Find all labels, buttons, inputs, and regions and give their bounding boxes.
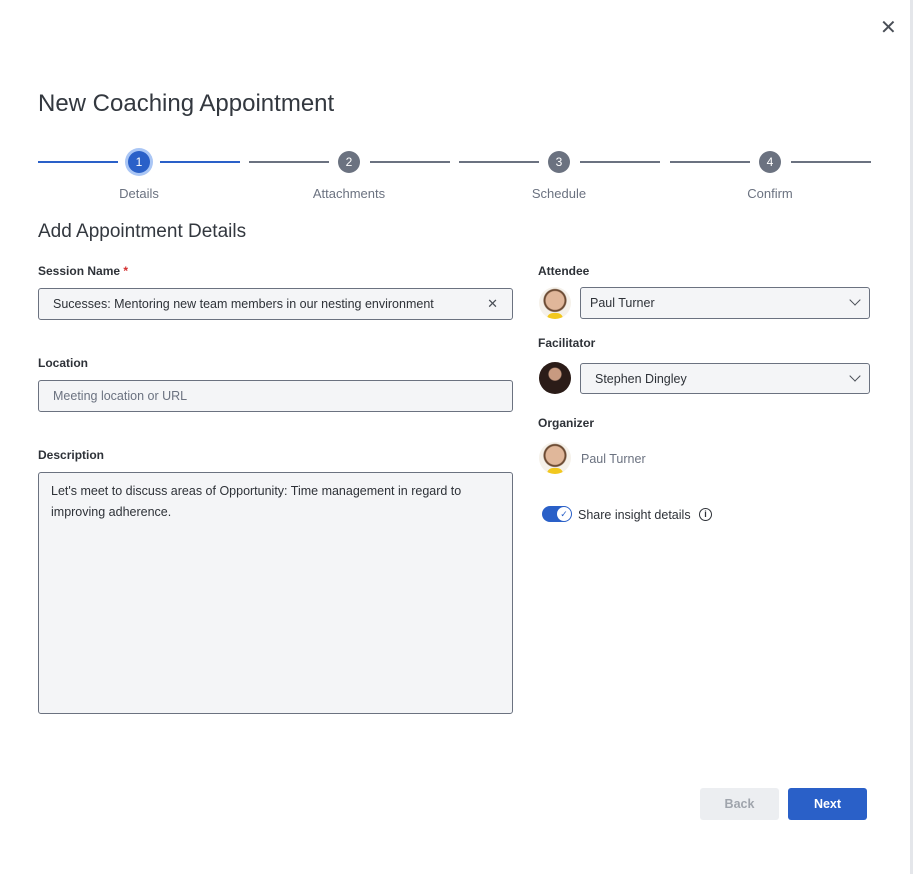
step-label: Attachments bbox=[312, 186, 386, 201]
attendee-select[interactable]: Paul Turner bbox=[580, 287, 870, 319]
check-icon: ✓ bbox=[557, 507, 571, 521]
section-title: Add Appointment Details bbox=[38, 221, 247, 242]
facilitator-select[interactable]: Stephen Dingley bbox=[580, 363, 870, 394]
session-name-value: Sucesses: Mentoring new team members in … bbox=[53, 297, 434, 311]
chevron-down-icon bbox=[849, 294, 861, 306]
step-4[interactable]: 4 bbox=[759, 151, 781, 173]
location-input[interactable]: Meeting location or URL bbox=[38, 380, 513, 412]
session-name-input[interactable]: Sucesses: Mentoring new team members in … bbox=[38, 288, 513, 320]
location-placeholder: Meeting location or URL bbox=[53, 389, 188, 403]
clear-icon[interactable]: ✕ bbox=[487, 296, 498, 312]
dialog-title: New Coaching Appointment bbox=[38, 90, 335, 117]
organizer-label: Organizer bbox=[538, 416, 595, 430]
attendee-label: Attendee bbox=[538, 264, 590, 278]
back-button[interactable]: Back bbox=[700, 788, 779, 820]
description-textarea[interactable]: Let's meet to discuss areas of Opportuni… bbox=[38, 472, 513, 714]
step-2[interactable]: 2 bbox=[338, 151, 360, 173]
facilitator-avatar bbox=[539, 362, 571, 394]
facilitator-value: Stephen Dingley bbox=[595, 371, 687, 386]
location-label: Location bbox=[38, 356, 88, 370]
next-button[interactable]: Next bbox=[788, 788, 867, 820]
step-label: Details bbox=[119, 186, 159, 201]
step-label: Confirm bbox=[747, 186, 793, 201]
description-value: Let's meet to discuss areas of Opportuni… bbox=[51, 484, 462, 519]
organizer-name: Paul Turner bbox=[581, 452, 646, 466]
chevron-down-icon bbox=[849, 370, 861, 382]
step-label: Schedule bbox=[531, 186, 587, 201]
close-icon[interactable]: ✕ bbox=[880, 18, 897, 38]
share-insight-toggle[interactable]: ✓ bbox=[542, 506, 572, 522]
attendee-avatar bbox=[539, 287, 571, 319]
share-insight-label: Share insight details bbox=[578, 508, 691, 522]
facilitator-label: Facilitator bbox=[538, 336, 596, 350]
session-name-label: Session Name * bbox=[38, 264, 129, 278]
step-1[interactable]: 1 bbox=[128, 151, 150, 173]
attendee-value: Paul Turner bbox=[590, 296, 655, 310]
step-3[interactable]: 3 bbox=[548, 151, 570, 173]
organizer-avatar bbox=[539, 442, 571, 474]
info-icon[interactable]: i bbox=[699, 508, 712, 521]
description-label: Description bbox=[38, 448, 105, 462]
